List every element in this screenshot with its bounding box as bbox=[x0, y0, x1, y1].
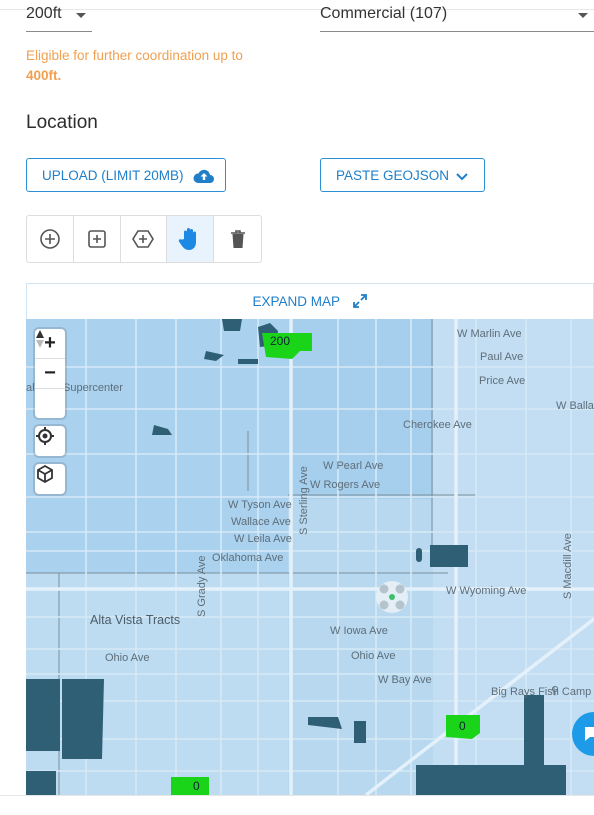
grid-label-0-bottom: 0 bbox=[193, 779, 200, 793]
eligibility-note: Eligible for further coordination up to … bbox=[26, 46, 286, 86]
add-square-icon bbox=[87, 230, 106, 248]
draw-toolbar bbox=[26, 215, 262, 263]
expand-arrows-icon bbox=[352, 294, 367, 308]
map-label-al: al bbox=[26, 382, 35, 394]
map-label-marlin: W Marlin Ave bbox=[457, 328, 522, 340]
map-label-pearl: W Pearl Ave bbox=[323, 460, 384, 472]
map-label-ohio-right: Ohio Ave bbox=[351, 650, 396, 662]
add-circle-tool[interactable] bbox=[27, 216, 74, 262]
map-label-altavista: Alta Vista Tracts bbox=[90, 613, 181, 627]
bottom-divider bbox=[0, 795, 594, 815]
add-circle-icon bbox=[40, 229, 60, 249]
cloud-upload-icon bbox=[193, 169, 214, 183]
chevron-down-icon[interactable] bbox=[76, 13, 86, 18]
chat-icon bbox=[585, 727, 594, 741]
map-label-oklahoma: Oklahoma Ave bbox=[212, 552, 284, 564]
locate-button[interactable] bbox=[35, 426, 65, 456]
map-label-iowa: W Iowa Ave bbox=[330, 625, 388, 637]
zoom-control: + − bbox=[35, 329, 65, 418]
chevron-down-icon bbox=[456, 173, 468, 181]
3d-view-button[interactable] bbox=[35, 464, 65, 494]
chevron-down-icon[interactable] bbox=[578, 13, 588, 18]
add-polygon-tool[interactable] bbox=[121, 216, 168, 262]
zoom-out-button[interactable]: − bbox=[35, 359, 65, 389]
crosshair-icon bbox=[36, 427, 54, 445]
map-label-price: Price Ave bbox=[479, 375, 526, 387]
compass-button[interactable] bbox=[35, 330, 65, 418]
compass-icon bbox=[36, 330, 44, 348]
map-label-ohio-left: Ohio Ave bbox=[105, 652, 150, 664]
map-label-bay: W Bay Ave bbox=[378, 674, 432, 686]
category-select-value: Commercial (107) bbox=[320, 5, 448, 22]
hand-pan-icon bbox=[179, 228, 197, 250]
upload-button-label: UPLOAD (LIMIT 20MB) bbox=[42, 168, 184, 183]
paste-geojson-label: PASTE GEOJSON bbox=[336, 168, 450, 183]
paste-geojson-button[interactable]: PASTE GEOJSON bbox=[320, 158, 485, 192]
add-polygon-icon bbox=[132, 230, 155, 248]
delete-tool[interactable] bbox=[214, 216, 261, 262]
location-title: Location bbox=[26, 112, 98, 133]
map-label-bigray: Big Rays Fish Camp bbox=[491, 686, 592, 698]
cube-icon bbox=[37, 464, 53, 484]
map-label-tyson: W Tyson Ave bbox=[228, 499, 292, 511]
map-label-wyoming: W Wyoming Ave bbox=[446, 585, 527, 597]
map-label-grady: S Grady Ave bbox=[196, 555, 208, 617]
map-label-wallace: Wallace Ave bbox=[231, 516, 291, 528]
grid-label-200: 200 bbox=[270, 334, 291, 348]
map-canvas[interactable]: ⚲ 200 0 0 W Marlin Ave Paul Ave Price Av… bbox=[26, 319, 594, 795]
map-label-leila: W Leila Ave bbox=[234, 533, 292, 545]
expand-map-label: EXPAND MAP bbox=[252, 294, 340, 309]
map-label-cherokee: Cherokee Ave bbox=[403, 419, 472, 431]
trash-icon bbox=[230, 230, 245, 248]
upload-button[interactable]: UPLOAD (LIMIT 20MB) bbox=[26, 158, 226, 192]
grid-label-0-right: 0 bbox=[459, 719, 466, 733]
map-label-macdill: S Macdill Ave bbox=[562, 533, 574, 599]
height-select-value: 200ft bbox=[26, 5, 62, 22]
map-label-balla: W Balla bbox=[556, 400, 594, 412]
eligibility-note-text: Eligible for further coordination up to bbox=[26, 48, 243, 63]
hand-pan-tool[interactable] bbox=[167, 216, 215, 262]
map-label-paul: Paul Ave bbox=[480, 351, 524, 363]
expand-map-button[interactable]: EXPAND MAP bbox=[26, 283, 594, 319]
add-square-tool[interactable] bbox=[74, 216, 121, 262]
eligibility-note-value: 400ft. bbox=[26, 68, 62, 83]
map-label-rogers: W Rogers Ave bbox=[310, 479, 381, 491]
map-label-sterling: S Sterling Ave bbox=[298, 466, 310, 535]
height-select[interactable]: 200ft bbox=[26, 5, 92, 32]
category-select[interactable]: Commercial (107) bbox=[320, 5, 594, 32]
map-label-supercenter: Supercenter bbox=[63, 382, 123, 394]
